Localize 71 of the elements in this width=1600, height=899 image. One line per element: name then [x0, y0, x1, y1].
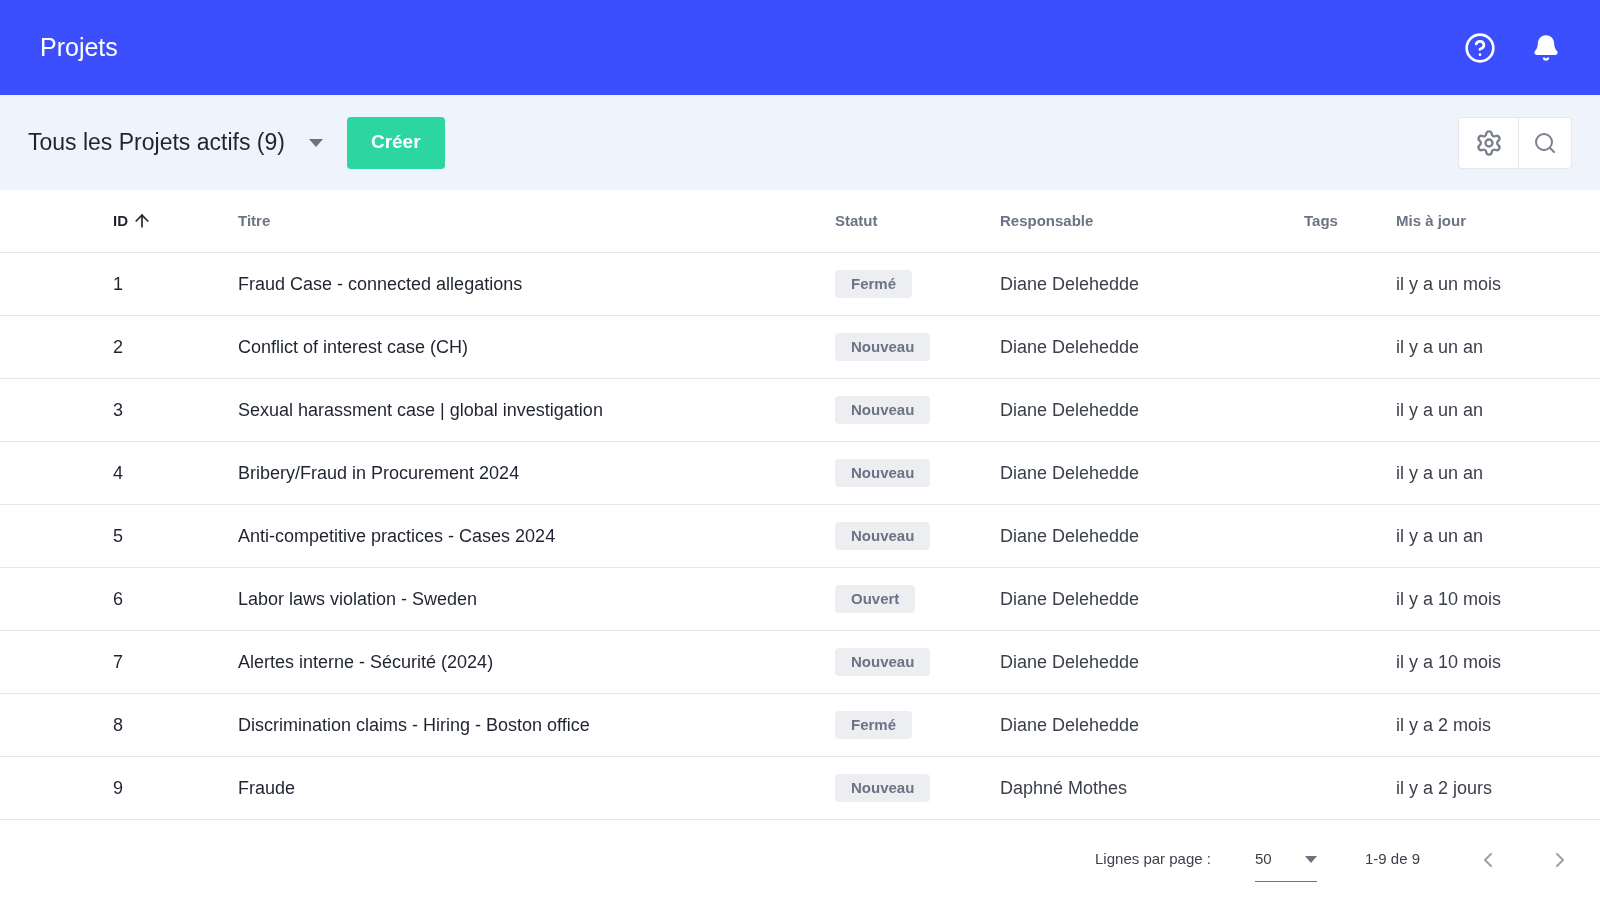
- page-title: Projets: [40, 31, 118, 63]
- id-cell: 5: [113, 525, 123, 546]
- column-header[interactable]: Mis à jour: [1396, 209, 1466, 233]
- column-header[interactable]: ID: [113, 209, 152, 233]
- updated-cell: il y a un an: [1396, 399, 1484, 420]
- status-badge: Nouveau: [835, 395, 931, 425]
- owner-cell: Diane Delehedde: [1000, 525, 1140, 546]
- updated-cell: il y a 2 jours: [1396, 777, 1493, 798]
- status-badge: Nouveau: [835, 647, 931, 677]
- owner-cell: Diane Delehedde: [1000, 336, 1140, 357]
- updated-cell: il y a un an: [1396, 462, 1484, 483]
- column-header[interactable]: Statut: [835, 209, 878, 233]
- status-badge: Ouvert: [835, 584, 916, 614]
- owner-cell: Diane Delehedde: [1000, 588, 1140, 609]
- id-cell: 3: [113, 399, 123, 420]
- owner-cell: Diane Delehedde: [1000, 714, 1140, 735]
- title-cell: Alertes interne - Sécurité (2024): [238, 651, 494, 672]
- rows-per-page-label: Lignes par page :: [1095, 849, 1211, 870]
- notification-bell-icon[interactable]: [1532, 33, 1560, 62]
- page-range: 1-9 de 9: [1364, 849, 1420, 870]
- search-icon: [1533, 130, 1557, 155]
- owner-cell: Diane Delehedde: [1000, 399, 1140, 420]
- id-cell: 7: [113, 651, 123, 672]
- title-cell: Anti-competitive practices - Cases 2024: [238, 525, 556, 546]
- title-cell: Fraud Case - connected allegations: [238, 273, 523, 294]
- table-row[interactable]: 2 Conflict of interest case (CH) Nouveau Diane Delehedde il y a un an: [0, 316, 1600, 379]
- column-header[interactable]: Tags: [1304, 209, 1338, 233]
- updated-cell: il y a 10 mois: [1396, 588, 1502, 609]
- title-cell: Sexual harassment case | global investigation: [238, 399, 603, 420]
- owner-cell: Diane Delehedde: [1000, 462, 1140, 483]
- owner-cell: Daphné Mothes: [1000, 777, 1128, 798]
- table-row[interactable]: 5 Anti-competitive practices - Cases 2024 Nouveau Diane Delehedde il y a un an: [0, 505, 1600, 568]
- status-badge: Fermé: [835, 269, 913, 299]
- dropdown-caret-icon: [1304, 855, 1317, 863]
- title-cell: Conflict of interest case (CH): [238, 336, 469, 357]
- updated-cell: il y a 10 mois: [1396, 651, 1502, 672]
- updated-cell: il y a un an: [1396, 336, 1484, 357]
- dropdown-caret-icon: [308, 138, 323, 147]
- id-cell: 2: [113, 336, 123, 357]
- column-header[interactable]: Titre: [238, 209, 271, 233]
- id-cell: 4: [113, 462, 123, 483]
- status-badge: Nouveau: [835, 773, 931, 803]
- title-cell: Discrimination claims - Hiring - Boston office: [238, 714, 590, 735]
- title-cell: Labor laws violation - Sweden: [238, 588, 478, 609]
- table-row[interactable]: 7 Alertes interne - Sécurité (2024) Nouveau Diane Delehedde il y a 10 mois: [0, 631, 1600, 694]
- id-cell: 9: [113, 777, 123, 798]
- settings-icon: [1474, 128, 1503, 157]
- table-row[interactable]: 1 Fraud Case - connected allegations Fermé Diane Delehedde il y a un mois: [0, 253, 1600, 316]
- table-row[interactable]: 8 Discrimination claims - Hiring - Boston office Fermé Diane Delehedde il y a 2 mois: [0, 694, 1600, 757]
- view-selector[interactable]: Tous les Projets actifs (9): [28, 125, 323, 160]
- id-cell: 6: [113, 588, 123, 609]
- status-badge: Nouveau: [835, 521, 931, 551]
- title-cell: Fraude: [238, 777, 296, 798]
- updated-cell: il y a un mois: [1396, 273, 1502, 294]
- table-row[interactable]: 3 Sexual harassment case | global investigation Nouveau Diane Delehedde il y a un an: [0, 379, 1600, 442]
- updated-cell: il y a 2 mois: [1396, 714, 1492, 735]
- title-cell: Bribery/Fraud in Procurement 2024: [238, 462, 520, 483]
- owner-cell: Diane Delehedde: [1000, 651, 1140, 672]
- status-badge: Nouveau: [835, 458, 931, 488]
- id-cell: 1: [113, 273, 123, 294]
- rows-per-page-select[interactable]: 50: [1254, 837, 1317, 882]
- table-row[interactable]: 9 Fraude Nouveau Daphné Mothes il y a 2 jours: [0, 757, 1600, 820]
- help-icon[interactable]: [1464, 31, 1496, 64]
- table-row[interactable]: 6 Labor laws violation - Sweden Ouvert Diane Delehedde il y a 10 mois: [0, 568, 1600, 631]
- owner-cell: Diane Delehedde: [1000, 273, 1140, 294]
- updated-cell: il y a un an: [1396, 525, 1484, 546]
- status-badge: Fermé: [835, 710, 913, 740]
- table-row[interactable]: 4 Bribery/Fraud in Procurement 2024 Nouveau Diane Delehedde il y a un an: [0, 442, 1600, 505]
- column-header[interactable]: Responsable: [1000, 209, 1094, 233]
- id-cell: 8: [113, 714, 123, 735]
- status-badge: Nouveau: [835, 332, 931, 362]
